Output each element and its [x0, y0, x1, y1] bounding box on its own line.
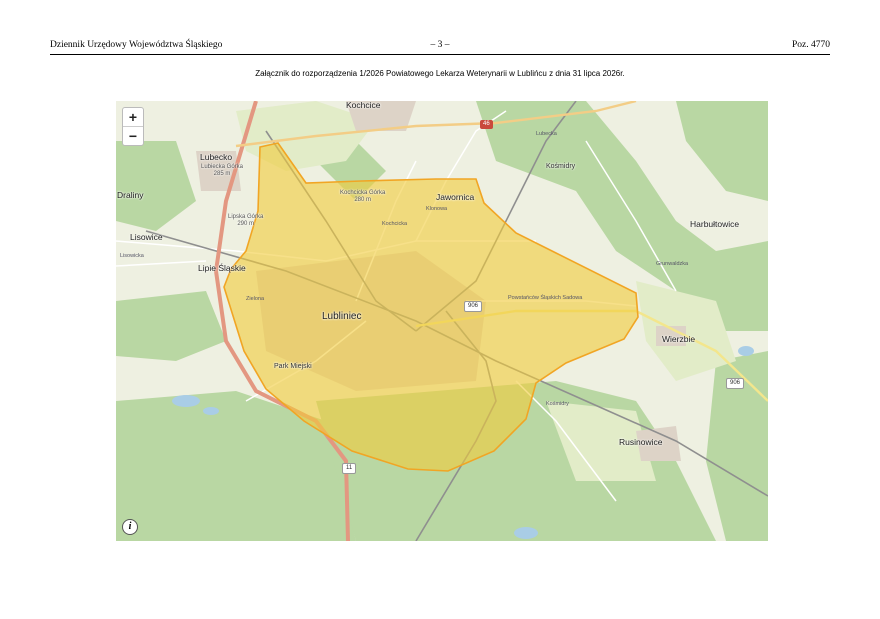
peak-lubiecka-gorka-height: 285 m	[213, 171, 231, 177]
street-lubecka: Lubecka	[536, 131, 557, 137]
street-lisowicka: Lisowicka	[120, 253, 144, 259]
place-kochcice: Kochcice	[346, 101, 381, 110]
place-lubecko: Lubecko	[200, 152, 233, 162]
peak-lipska-gorka: Lipska Górka 290 m	[228, 214, 263, 228]
place-lipie-slaskie: Lipie Śląskie	[198, 263, 246, 273]
zoom-out-button[interactable]: −	[123, 126, 143, 145]
zoom-in-button[interactable]: +	[123, 108, 143, 126]
road-shield-906-west: 906	[464, 301, 483, 312]
peak-kochcicka-gorka: Kochcicka Górka 280 m	[340, 190, 385, 204]
street-kosmidry: Kośmidry	[546, 401, 569, 407]
road-shield-46: 46	[480, 120, 493, 129]
place-jawornica: Jawornica	[436, 192, 475, 202]
place-lubliniec: Lubliniec	[322, 311, 362, 322]
peak-lubiecka-gorka: Lubiecka Górka 285 m	[201, 164, 243, 178]
place-kosmidry: Kośmidry	[546, 163, 576, 170]
street-klonowa: Klonowa	[426, 206, 448, 212]
place-draliny: Draliny	[117, 190, 144, 200]
road-shield-906-east: 906	[726, 378, 745, 389]
header-rule	[50, 54, 830, 55]
peak-kochcicka-gorka-name: Kochcicka Górka	[340, 190, 386, 196]
map-view[interactable]: Kochcice Lubecko Draliny Lisowice Lipie …	[116, 101, 768, 541]
attribution-info-icon[interactable]: i	[122, 519, 138, 535]
street-kochcicka: Kochcicka	[382, 221, 408, 227]
peak-lubiecka-gorka-name: Lubiecka Górka	[201, 164, 244, 170]
zoom-control: + −	[122, 107, 144, 146]
street-zielona: Zielona	[246, 296, 265, 302]
street-sadowa: Powstańców Śląskich Sadowa	[508, 295, 583, 301]
peak-lipska-gorka-name: Lipska Górka	[228, 214, 264, 220]
place-rusinowice: Rusinowice	[619, 437, 663, 447]
place-wierzbie: Wierzbie	[662, 334, 696, 344]
attachment-caption: Załącznik do rozporządzenia 1/2026 Powia…	[255, 69, 625, 78]
peak-lipska-gorka-height: 290 m	[237, 221, 255, 227]
page-number: – 3 –	[430, 40, 450, 50]
position-number: Poz. 4770	[792, 40, 830, 50]
place-lisowice: Lisowice	[130, 232, 163, 242]
peak-kochcicka-gorka-height: 280 m	[354, 197, 372, 203]
road-shield-11: 11	[342, 463, 357, 474]
street-grunwaldzka: Grunwaldzka	[656, 261, 689, 267]
place-park-miejski: Park Miejski	[274, 363, 312, 370]
place-harbultowice: Harbułtowice	[690, 219, 740, 229]
